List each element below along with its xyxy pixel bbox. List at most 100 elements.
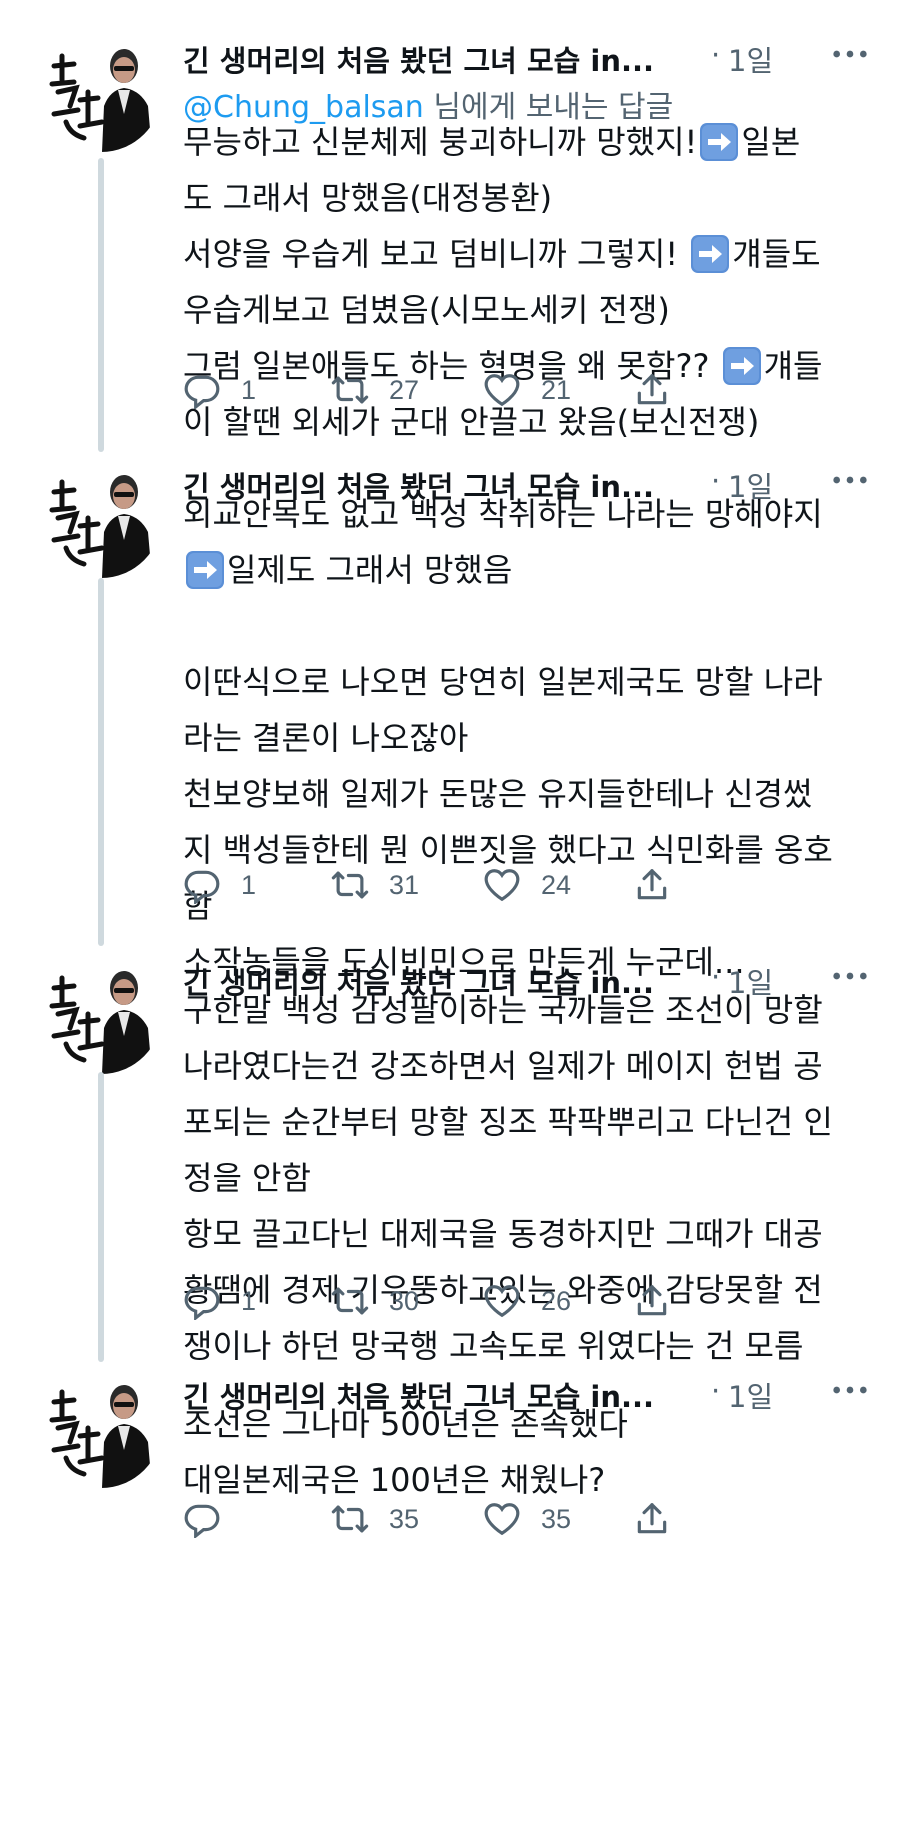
reply-icon [183, 1282, 221, 1320]
retweet-button[interactable]: 35 [331, 1494, 419, 1544]
author-name[interactable]: 긴 생머리의 처음 봤던 그녀 모습 in... [183, 38, 654, 80]
tweet-text-segment: 항모 끌고다닌 대제국을 동경하지만 그때가 대공 [183, 1215, 823, 1253]
tweet-header: 긴 생머리의 처음 봤던 그녀 모습 in... · 1일 [183, 32, 883, 82]
reply-icon [183, 1500, 221, 1538]
tweet-text-line: 일제도 그래서 망했음 [183, 542, 883, 598]
tweet-text-line: 항모 끌고다닌 대제국을 동경하지만 그때가 대공 [183, 1206, 883, 1262]
tweet-text: 조선은 그나마 500년은 존속했다 대일본제국은 100년은 채웠나? [183, 1396, 883, 1508]
tweet-text-segment: 일본 [741, 123, 801, 161]
share-icon [633, 371, 671, 409]
avatar[interactable] [40, 30, 162, 152]
retweet-button[interactable]: 30 [331, 1276, 419, 1326]
tweet-text-segment: 이딴식으로 나오면 당연히 일본제국도 망할 나라 [183, 663, 823, 701]
avatar[interactable] [40, 1366, 162, 1488]
tweet-text-segment: 천보양보해 일제가 돈많은 유지들한테나 신경썼 [183, 775, 813, 813]
arrow-right-icon [186, 551, 224, 589]
tweet-text-segment: 조선은 그나마 500년은 존속했다 [183, 1405, 628, 1443]
retweet-button[interactable]: 31 [331, 860, 419, 910]
tweet-text-segment: 포되는 순간부터 망할 징조 팍팍뿌리고 다닌건 인 [183, 1103, 833, 1141]
thread-connector-line [98, 1072, 104, 1362]
share-icon [633, 1282, 671, 1320]
share-button[interactable] [633, 1276, 671, 1326]
replie-count: 1 [241, 1285, 257, 1316]
retweet-count: 31 [389, 869, 420, 900]
share-icon [633, 1500, 671, 1538]
tweet-text-line: 포되는 순간부터 망할 징조 팍팍뿌리고 다닌건 인 [183, 1094, 883, 1150]
like-icon [483, 371, 521, 409]
retweet-icon [331, 1500, 369, 1538]
tweet-text-line: 외교안목도 없고 백성 착취하는 나라는 망해야지 [183, 486, 883, 542]
like-icon [483, 1500, 521, 1538]
tweet-text-segment: 쟁이나 하던 망국행 고속도로 위였다는 건 모름 [183, 1327, 804, 1365]
tweet-text-line: 조선은 그나마 500년은 존속했다 [183, 1396, 883, 1452]
reply-button[interactable]: 1 [183, 1276, 256, 1326]
tweet-text-line: 쟁이나 하던 망국행 고속도로 위였다는 건 모름 [183, 1318, 883, 1374]
tweet-text-segment: 외교안목도 없고 백성 착취하는 나라는 망해야지 [183, 495, 823, 533]
share-button[interactable] [633, 365, 671, 415]
share-button[interactable] [633, 1494, 671, 1544]
tweet-actions: 1 31 24 [183, 860, 783, 910]
tweet-text-segment: 라는 결론이 나오잖아 [183, 719, 469, 757]
share-button[interactable] [633, 860, 671, 910]
retweet-icon [331, 866, 369, 904]
reply-icon [183, 371, 221, 409]
arrow-right-icon [691, 235, 730, 273]
tweet-actions: 1 30 26 [183, 1276, 783, 1326]
like-count: 26 [541, 1285, 572, 1316]
replie-count: 1 [241, 869, 257, 900]
tweet-text-segment: 무능하고 신분체제 붕괴하니까 망했지! [183, 123, 698, 161]
like-button[interactable]: 35 [483, 1494, 571, 1544]
like-count: 21 [541, 374, 572, 405]
tweet-text-line: 나라였다는건 강조하면서 일제가 메이지 헌법 공 [183, 1038, 883, 1094]
tweet-text-line: 서양을 우습게 보고 덤비니까 그렇지! 걔들도 [183, 226, 883, 282]
separator-dot: · [711, 38, 721, 72]
retweet-count: 35 [389, 1503, 420, 1534]
tweet-text-line [183, 598, 883, 654]
arrow-right-icon [700, 123, 739, 161]
tweet-text-line: 우습게보고 덤볐음(시모노세키 전쟁) [183, 282, 883, 338]
tweet-actions: 1 27 21 [183, 365, 783, 415]
tweet-text-segment: 나라였다는건 강조하면서 일제가 메이지 헌법 공 [183, 1047, 823, 1085]
tweet-text-segment: 구한말 백성 감성팔이하는 국까들은 조선이 망할 [183, 991, 823, 1029]
retweet-count: 27 [389, 374, 420, 405]
tweet-thread: 긴 생머리의 처음 봤던 그녀 모습 in... · 1일 @Chung_balsa… [0, 0, 900, 1833]
tweet-text-line: 정을 안함 [183, 1150, 883, 1206]
reply-button[interactable] [183, 1494, 241, 1544]
share-icon [633, 866, 671, 904]
retweet-icon [331, 371, 369, 409]
like-button[interactable]: 26 [483, 1276, 571, 1326]
avatar[interactable] [40, 456, 162, 578]
tweet-text-segment: 우습게보고 덤볐음(시모노세키 전쟁) [183, 291, 670, 329]
reply-button[interactable]: 1 [183, 860, 256, 910]
tweet-text-line: 무능하고 신분체제 붕괴하니까 망했지! 일본 [183, 114, 883, 170]
retweet-button[interactable]: 27 [331, 365, 419, 415]
tweet-text-segment: 걔들도 [732, 235, 821, 273]
retweet-count: 30 [389, 1285, 420, 1316]
tweet-actions: 35 35 [183, 1494, 783, 1544]
like-button[interactable]: 24 [483, 860, 571, 910]
retweet-icon [331, 1282, 369, 1320]
tweet-text-line: 천보양보해 일제가 돈많은 유지들한테나 신경썼 [183, 766, 883, 822]
reply-icon [183, 866, 221, 904]
like-count: 24 [541, 869, 572, 900]
reply-button[interactable]: 1 [183, 365, 256, 415]
tweet-text: 외교안목도 없고 백성 착취하는 나라는 망해야지 일제도 그래서 망했음이딴식… [183, 486, 883, 990]
thread-connector-line [98, 578, 104, 946]
tweet-text-line: 도 그래서 망했음(대정봉환) [183, 170, 883, 226]
like-icon [483, 1282, 521, 1320]
like-icon [483, 866, 521, 904]
thread-connector-line [98, 158, 104, 452]
like-button[interactable]: 21 [483, 365, 571, 415]
tweet-text-line: 이딴식으로 나오면 당연히 일본제국도 망할 나라 [183, 654, 883, 710]
more-icon[interactable] [828, 32, 872, 76]
avatar[interactable] [40, 952, 162, 1074]
replie-count: 1 [241, 374, 257, 405]
tweet-text-line: 구한말 백성 감성팔이하는 국까들은 조선이 망할 [183, 982, 883, 1038]
timestamp[interactable]: 1일 [728, 38, 773, 80]
tweet-text-line: 라는 결론이 나오잖아 [183, 710, 883, 766]
tweet-text-segment: 서양을 우습게 보고 덤비니까 그렇지! [183, 235, 689, 273]
tweet-text-segment: 정을 안함 [183, 1159, 311, 1197]
tweet-text-segment: 일제도 그래서 망했음 [227, 551, 513, 589]
like-count: 35 [541, 1503, 572, 1534]
tweet-text-segment: 도 그래서 망했음(대정봉환) [183, 179, 553, 217]
